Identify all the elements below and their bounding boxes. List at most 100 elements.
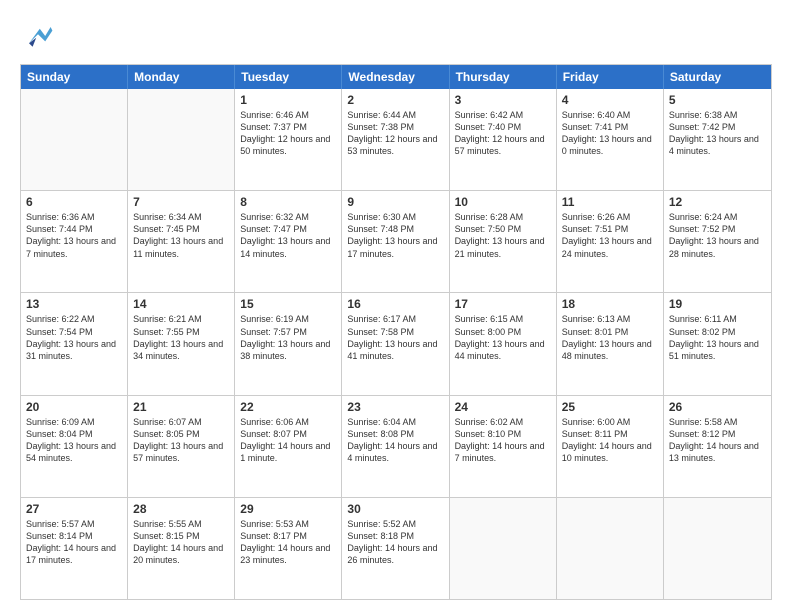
day-number: 27 xyxy=(26,502,122,516)
calendar-cell: 12 Sunrise: 6:24 AM Sunset: 7:52 PM Dayli… xyxy=(664,191,771,292)
calendar-week-4: 20 Sunrise: 6:09 AM Sunset: 8:04 PM Dayli… xyxy=(21,396,771,498)
day-number: 19 xyxy=(669,297,766,311)
cell-details: Sunrise: 6:32 AM Sunset: 7:47 PM Dayligh… xyxy=(240,212,330,258)
day-number: 29 xyxy=(240,502,336,516)
calendar-cell: 1 Sunrise: 6:46 AM Sunset: 7:37 PM Daylig… xyxy=(235,89,342,190)
cell-details: Sunrise: 6:13 AM Sunset: 8:01 PM Dayligh… xyxy=(562,314,652,360)
calendar-cell: 8 Sunrise: 6:32 AM Sunset: 7:47 PM Daylig… xyxy=(235,191,342,292)
calendar-cell: 4Sunrise: 6:40 AM Sunset: 7:41 PM Daylig… xyxy=(557,89,664,190)
cell-details: Sunrise: 6:30 AM Sunset: 7:48 PM Dayligh… xyxy=(347,212,437,258)
cell-details: Sunrise: 6:17 AM Sunset: 7:58 PM Dayligh… xyxy=(347,314,437,360)
day-number: 20 xyxy=(26,400,122,414)
calendar-cell: 21 Sunrise: 6:07 AM Sunset: 8:05 PM Dayli… xyxy=(128,396,235,497)
calendar-cell: 14 Sunrise: 6:21 AM Sunset: 7:55 PM Dayli… xyxy=(128,293,235,394)
calendar-cell: 9 Sunrise: 6:30 AM Sunset: 7:48 PM Daylig… xyxy=(342,191,449,292)
header-cell-thursday: Thursday xyxy=(450,65,557,89)
day-number: 13 xyxy=(26,297,122,311)
day-number: 7 xyxy=(133,195,229,209)
calendar-cell: 24 Sunrise: 6:02 AM Sunset: 8:10 PM Dayli… xyxy=(450,396,557,497)
calendar-body: 1 Sunrise: 6:46 AM Sunset: 7:37 PM Daylig… xyxy=(21,89,771,599)
cell-details: Sunrise: 6:09 AM Sunset: 8:04 PM Dayligh… xyxy=(26,417,116,463)
calendar-cell: 26Sunrise: 5:58 AM Sunset: 8:12 PM Dayli… xyxy=(664,396,771,497)
cell-details: Sunrise: 6:24 AM Sunset: 7:52 PM Dayligh… xyxy=(669,212,759,258)
calendar-cell xyxy=(557,498,664,599)
day-number: 6 xyxy=(26,195,122,209)
calendar-cell: 30Sunrise: 5:52 AM Sunset: 8:18 PM Dayli… xyxy=(342,498,449,599)
calendar-week-3: 13Sunrise: 6:22 AM Sunset: 7:54 PM Dayli… xyxy=(21,293,771,395)
cell-details: Sunrise: 6:28 AM Sunset: 7:50 PM Dayligh… xyxy=(455,212,545,258)
calendar-cell xyxy=(450,498,557,599)
calendar-cell: 20 Sunrise: 6:09 AM Sunset: 8:04 PM Dayli… xyxy=(21,396,128,497)
header-cell-wednesday: Wednesday xyxy=(342,65,449,89)
calendar-week-2: 6Sunrise: 6:36 AM Sunset: 7:44 PM Daylig… xyxy=(21,191,771,293)
calendar-cell: 3 Sunrise: 6:42 AM Sunset: 7:40 PM Daylig… xyxy=(450,89,557,190)
calendar-cell: 29 Sunrise: 5:53 AM Sunset: 8:17 PM Dayli… xyxy=(235,498,342,599)
calendar-cell: 22 Sunrise: 6:06 AM Sunset: 8:07 PM Dayli… xyxy=(235,396,342,497)
cell-details: Sunrise: 5:55 AM Sunset: 8:15 PM Dayligh… xyxy=(133,519,223,565)
calendar-header-row: SundayMondayTuesdayWednesdayThursdayFrid… xyxy=(21,65,771,89)
calendar-cell: 17 Sunrise: 6:15 AM Sunset: 8:00 PM Dayli… xyxy=(450,293,557,394)
calendar-cell: 6Sunrise: 6:36 AM Sunset: 7:44 PM Daylig… xyxy=(21,191,128,292)
cell-details: Sunrise: 6:44 AM Sunset: 7:38 PM Dayligh… xyxy=(347,110,437,156)
cell-details: Sunrise: 6:21 AM Sunset: 7:55 PM Dayligh… xyxy=(133,314,223,360)
day-number: 2 xyxy=(347,93,443,107)
header xyxy=(20,18,772,54)
cell-details: Sunrise: 6:26 AM Sunset: 7:51 PM Dayligh… xyxy=(562,212,652,258)
logo xyxy=(20,18,60,54)
day-number: 12 xyxy=(669,195,766,209)
calendar-cell: 27 Sunrise: 5:57 AM Sunset: 8:14 PM Dayli… xyxy=(21,498,128,599)
day-number: 11 xyxy=(562,195,658,209)
day-number: 1 xyxy=(240,93,336,107)
cell-details: Sunrise: 6:40 AM Sunset: 7:41 PM Dayligh… xyxy=(562,110,652,156)
day-number: 22 xyxy=(240,400,336,414)
day-number: 5 xyxy=(669,93,766,107)
day-number: 28 xyxy=(133,502,229,516)
cell-details: Sunrise: 6:46 AM Sunset: 7:37 PM Dayligh… xyxy=(240,110,330,156)
cell-details: Sunrise: 6:02 AM Sunset: 8:10 PM Dayligh… xyxy=(455,417,545,463)
cell-details: Sunrise: 5:57 AM Sunset: 8:14 PM Dayligh… xyxy=(26,519,116,565)
cell-details: Sunrise: 6:04 AM Sunset: 8:08 PM Dayligh… xyxy=(347,417,437,463)
calendar-cell: 18 Sunrise: 6:13 AM Sunset: 8:01 PM Dayli… xyxy=(557,293,664,394)
calendar-cell: 19 Sunrise: 6:11 AM Sunset: 8:02 PM Dayli… xyxy=(664,293,771,394)
cell-details: Sunrise: 6:00 AM Sunset: 8:11 PM Dayligh… xyxy=(562,417,652,463)
calendar-cell: 25 Sunrise: 6:00 AM Sunset: 8:11 PM Dayli… xyxy=(557,396,664,497)
cell-details: Sunrise: 6:06 AM Sunset: 8:07 PM Dayligh… xyxy=(240,417,330,463)
calendar-cell: 15 Sunrise: 6:19 AM Sunset: 7:57 PM Dayli… xyxy=(235,293,342,394)
cell-details: Sunrise: 6:07 AM Sunset: 8:05 PM Dayligh… xyxy=(133,417,223,463)
cell-details: Sunrise: 5:52 AM Sunset: 8:18 PM Dayligh… xyxy=(347,519,437,565)
day-number: 3 xyxy=(455,93,551,107)
day-number: 26 xyxy=(669,400,766,414)
day-number: 17 xyxy=(455,297,551,311)
calendar-cell xyxy=(21,89,128,190)
day-number: 24 xyxy=(455,400,551,414)
calendar-cell: 13Sunrise: 6:22 AM Sunset: 7:54 PM Dayli… xyxy=(21,293,128,394)
cell-details: Sunrise: 6:42 AM Sunset: 7:40 PM Dayligh… xyxy=(455,110,545,156)
day-number: 9 xyxy=(347,195,443,209)
calendar-cell: 28 Sunrise: 5:55 AM Sunset: 8:15 PM Dayli… xyxy=(128,498,235,599)
header-cell-sunday: Sunday xyxy=(21,65,128,89)
header-cell-saturday: Saturday xyxy=(664,65,771,89)
calendar-cell: 5Sunrise: 6:38 AM Sunset: 7:42 PM Daylig… xyxy=(664,89,771,190)
calendar-cell: 7Sunrise: 6:34 AM Sunset: 7:45 PM Daylig… xyxy=(128,191,235,292)
cell-details: Sunrise: 6:19 AM Sunset: 7:57 PM Dayligh… xyxy=(240,314,330,360)
day-number: 15 xyxy=(240,297,336,311)
calendar-week-1: 1 Sunrise: 6:46 AM Sunset: 7:37 PM Daylig… xyxy=(21,89,771,191)
header-cell-friday: Friday xyxy=(557,65,664,89)
day-number: 8 xyxy=(240,195,336,209)
calendar-cell xyxy=(128,89,235,190)
cell-details: Sunrise: 5:53 AM Sunset: 8:17 PM Dayligh… xyxy=(240,519,330,565)
cell-details: Sunrise: 6:15 AM Sunset: 8:00 PM Dayligh… xyxy=(455,314,545,360)
calendar-cell: 2 Sunrise: 6:44 AM Sunset: 7:38 PM Daylig… xyxy=(342,89,449,190)
day-number: 14 xyxy=(133,297,229,311)
calendar-cell: 16Sunrise: 6:17 AM Sunset: 7:58 PM Dayli… xyxy=(342,293,449,394)
calendar-cell: 10Sunrise: 6:28 AM Sunset: 7:50 PM Dayli… xyxy=(450,191,557,292)
calendar-cell xyxy=(664,498,771,599)
day-number: 23 xyxy=(347,400,443,414)
header-cell-monday: Monday xyxy=(128,65,235,89)
page: SundayMondayTuesdayWednesdayThursdayFrid… xyxy=(0,0,792,612)
calendar-cell: 23 Sunrise: 6:04 AM Sunset: 8:08 PM Dayli… xyxy=(342,396,449,497)
day-number: 18 xyxy=(562,297,658,311)
day-number: 21 xyxy=(133,400,229,414)
cell-details: Sunrise: 6:11 AM Sunset: 8:02 PM Dayligh… xyxy=(669,314,759,360)
day-number: 25 xyxy=(562,400,658,414)
